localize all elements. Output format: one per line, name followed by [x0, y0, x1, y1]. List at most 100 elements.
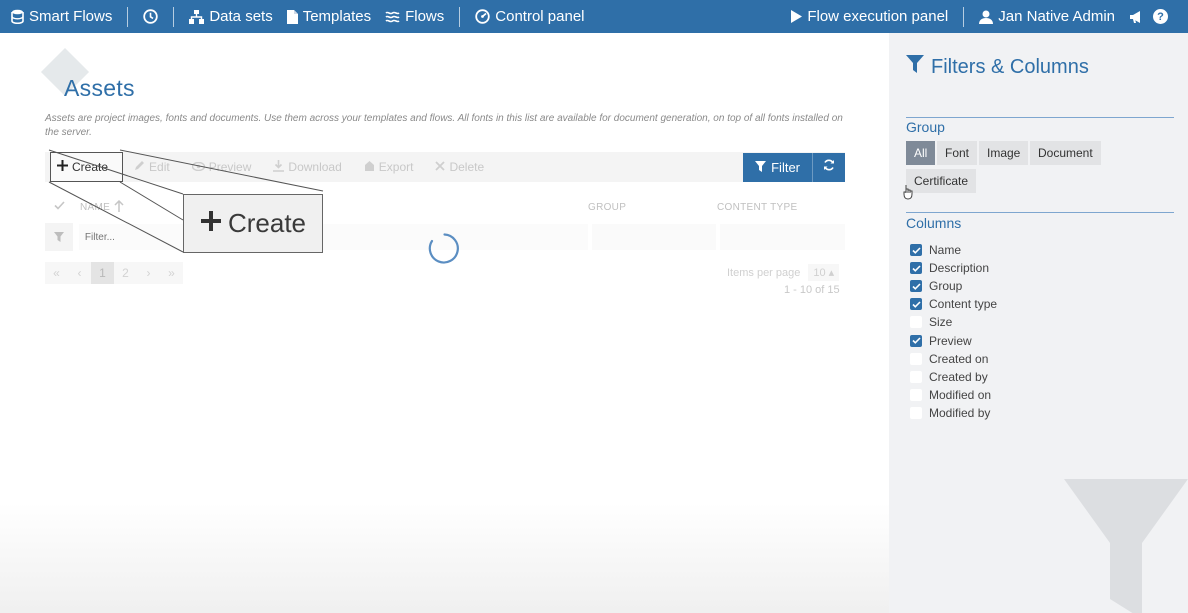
group-filter-input[interactable]: [591, 224, 717, 250]
user-name: Jan Native Admin: [998, 8, 1115, 25]
group-chip-certificate[interactable]: Certificate: [906, 169, 977, 193]
name-filter-input[interactable]: [78, 224, 588, 250]
panel-title: Filters & Columns: [906, 55, 1089, 79]
filters-columns-panel: Filters & Columns Group All Font Image D…: [889, 33, 1188, 613]
column-toggle-description[interactable]: Description: [910, 261, 989, 275]
delete-button-label: Delete: [449, 160, 485, 174]
nav-data-sets[interactable]: Data sets: [182, 8, 279, 25]
check-icon: [911, 337, 921, 344]
brand-link[interactable]: Smart Flows: [0, 8, 119, 25]
column-toggle-modified-by[interactable]: Modified by: [910, 406, 990, 420]
content-type-filter-input[interactable]: [720, 224, 845, 250]
sitemap-icon: [189, 9, 205, 24]
page-button[interactable]: 1: [91, 262, 114, 284]
group-chip-image[interactable]: Image: [979, 141, 1029, 165]
history-button[interactable]: [136, 9, 165, 24]
database-icon: [11, 9, 24, 24]
select-all-checkbox[interactable]: [45, 201, 73, 213]
nav-control-panel[interactable]: Control panel: [468, 8, 591, 25]
nav-flows[interactable]: Flows: [378, 8, 451, 25]
column-checkbox[interactable]: [910, 370, 922, 383]
items-per-page: Items per page 10 ▴: [727, 264, 840, 281]
column-toggle-label: Size: [929, 315, 953, 330]
column-checkbox[interactable]: [910, 352, 922, 365]
prev-page-button[interactable]: ‹: [68, 262, 91, 284]
funnel-icon: [906, 55, 924, 79]
group-chip-all[interactable]: All: [906, 141, 936, 165]
column-toggle-label: Modified on: [929, 387, 992, 402]
column-toggle-group[interactable]: Group: [910, 279, 962, 293]
pagination: « ‹ 1 2 › »: [45, 262, 183, 284]
plus-icon: [200, 208, 222, 239]
column-checkbox[interactable]: [910, 334, 922, 347]
gauge-icon: [475, 9, 490, 24]
refresh-button[interactable]: [812, 152, 845, 182]
clock-icon: [143, 9, 159, 24]
flow-execution-panel-button[interactable]: Flow execution panel: [783, 8, 955, 25]
column-header-content-type[interactable]: CONTENT TYPE: [717, 202, 837, 213]
megaphone-icon: [1129, 10, 1144, 24]
export-button[interactable]: Export: [353, 152, 425, 182]
page-button[interactable]: 2: [114, 262, 137, 284]
column-toggle-name[interactable]: Name: [910, 243, 961, 257]
column-toggle-created-on[interactable]: Created on: [910, 352, 988, 366]
column-toggle-label: Description: [929, 261, 990, 276]
preview-button-label: Preview: [208, 160, 252, 174]
column-header-name[interactable]: NAME: [80, 199, 588, 215]
play-icon: [790, 10, 803, 23]
column-checkbox[interactable]: [910, 244, 922, 256]
column-checkbox[interactable]: [910, 298, 922, 311]
top-navbar: Smart Flows Data sets Templates Flows Co…: [0, 0, 1188, 33]
refresh-icon: [823, 158, 835, 176]
pencil-icon: [134, 160, 145, 174]
brand-label: Smart Flows: [29, 8, 113, 25]
nav-flows-label: Flows: [405, 8, 445, 25]
file-icon: [286, 9, 298, 24]
plus-icon: [57, 160, 68, 174]
column-checkbox[interactable]: [910, 406, 922, 419]
nav-data-sets-label: Data sets: [209, 8, 273, 25]
column-checkbox[interactable]: [910, 262, 922, 275]
column-toggle-preview[interactable]: Preview: [910, 334, 972, 348]
column-toggle-size[interactable]: Size: [910, 315, 952, 329]
delete-button[interactable]: Delete: [424, 152, 495, 182]
page-description: Assets are project images, fonts and doc…: [45, 113, 843, 138]
download-button[interactable]: Download: [262, 152, 352, 182]
column-checkbox[interactable]: [910, 388, 922, 401]
nav-templates[interactable]: Templates: [280, 8, 378, 25]
check-icon: [53, 201, 65, 213]
next-page-button[interactable]: ›: [137, 262, 160, 284]
nav-divider: [173, 6, 175, 27]
check-icon: [911, 301, 921, 308]
preview-button[interactable]: Preview: [181, 152, 263, 182]
nav-divider: [963, 6, 965, 27]
column-checkbox[interactable]: [910, 316, 922, 329]
nav-divider: [459, 6, 461, 27]
check-icon: [911, 246, 921, 254]
user-menu[interactable]: Jan Native Admin: [972, 8, 1122, 25]
column-header-group[interactable]: GROUP: [588, 202, 717, 213]
column-toggle-created-by[interactable]: Created by: [910, 370, 988, 384]
group-chip-document[interactable]: Document: [1030, 141, 1101, 165]
create-button[interactable]: Create: [50, 152, 124, 182]
main-content: Assets Assets are project images, fonts …: [0, 33, 889, 613]
edit-button[interactable]: Edit: [123, 152, 181, 182]
download-button-label: Download: [288, 160, 342, 174]
column-checkbox[interactable]: [910, 280, 922, 293]
items-per-page-select[interactable]: 10 ▴: [808, 264, 840, 281]
first-page-button[interactable]: «: [45, 262, 68, 284]
create-button-label: Create: [72, 160, 109, 174]
filter-button[interactable]: Filter: [743, 152, 812, 182]
edit-button-label: Edit: [149, 160, 170, 174]
columns-section-title: Columns: [906, 215, 962, 231]
notifications-button[interactable]: ?: [1122, 9, 1188, 24]
nav-divider: [127, 6, 129, 27]
group-chip-font[interactable]: Font: [937, 141, 978, 165]
column-toggle-modified-on[interactable]: Modified on: [910, 388, 991, 402]
export-button-label: Export: [378, 160, 414, 174]
last-page-button[interactable]: »: [160, 262, 183, 284]
user-icon: [979, 10, 994, 24]
filter-button-label: Filter: [771, 159, 800, 175]
funnel-icon: [755, 160, 767, 175]
column-toggle-content-type[interactable]: Content type: [910, 297, 997, 311]
